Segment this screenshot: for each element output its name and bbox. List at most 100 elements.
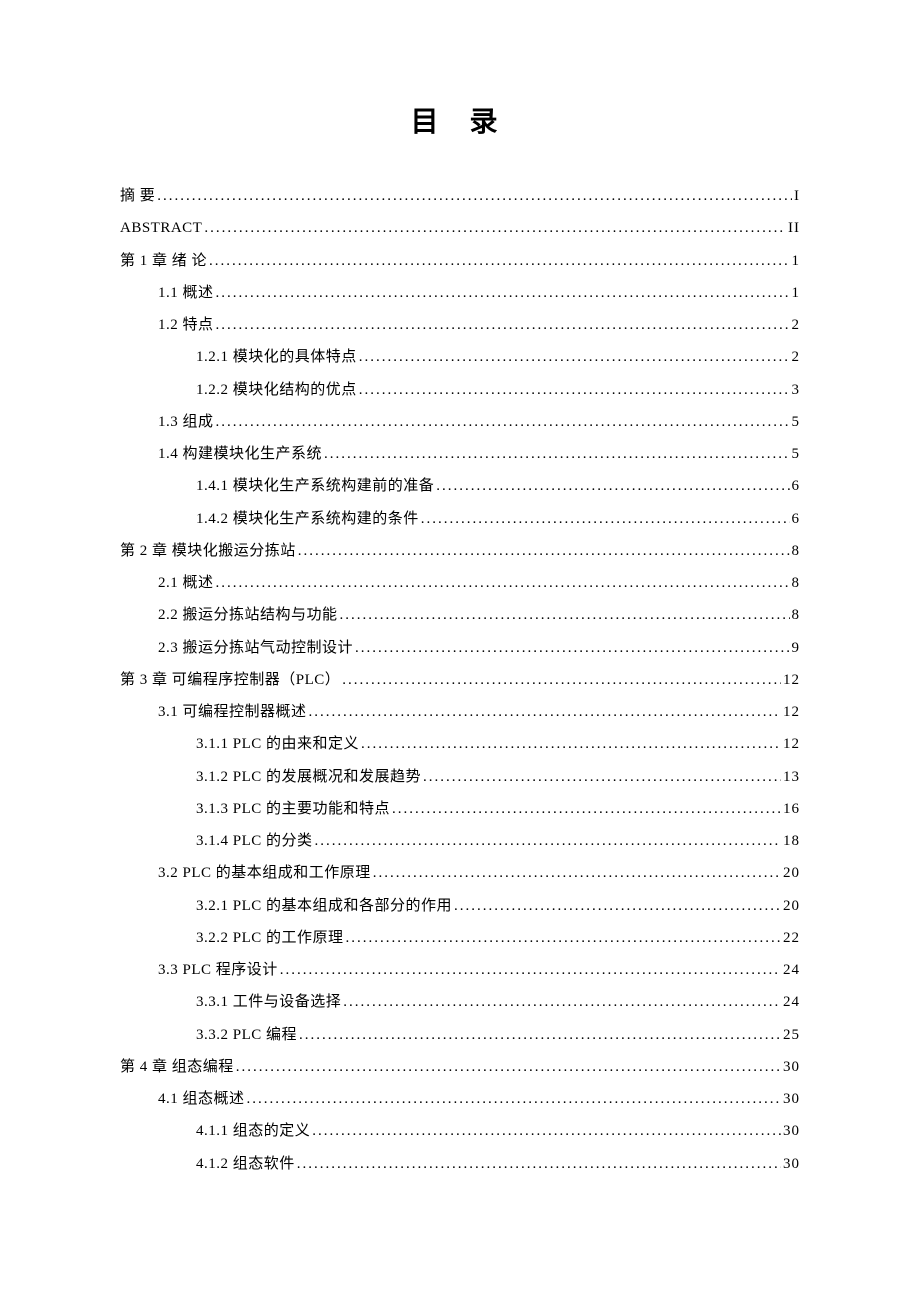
toc-label: 第 4 章 组态编程 [120,1051,234,1083]
toc-leader-dots [324,438,789,470]
toc-leader-dots [216,406,790,438]
toc-leader-dots [299,1019,781,1051]
toc-label: 2.1 概述 [158,567,214,599]
toc-leader-dots [373,857,781,889]
toc-leader-dots [436,470,789,502]
toc-page-number: 5 [792,406,801,438]
toc-page-number: 2 [792,341,801,373]
toc-label: 1.2 特点 [158,309,214,341]
toc-leader-dots [361,728,781,760]
toc-page-number: 12 [783,664,800,696]
toc-leader-dots [236,1051,781,1083]
toc-leader-dots [298,535,790,567]
toc-page-number: I [794,180,800,212]
toc-entry: 1.3 组成 5 [120,406,800,438]
toc-leader-dots [421,503,790,535]
toc-label: 1.4.1 模块化生产系统构建前的准备 [196,470,434,502]
toc-page-number: 20 [783,890,800,922]
toc-page-number: 1 [792,245,801,277]
toc-label: 1.4.2 模块化生产系统构建的条件 [196,503,419,535]
toc-label: 3.3 PLC 程序设计 [158,954,278,986]
toc-label: 第 2 章 模块化搬运分拣站 [120,535,296,567]
toc-label: 2.2 搬运分拣站结构与功能 [158,599,338,631]
toc-label: 1.4 构建模块化生产系统 [158,438,322,470]
toc-label: 4.1 组态概述 [158,1083,245,1115]
toc-page-number: 30 [783,1051,800,1083]
toc-label: 3.1.4 PLC 的分类 [196,825,313,857]
toc-entry: 3.1.2 PLC 的发展概况和发展趋势13 [120,761,800,793]
toc-label: 3.2.1 PLC 的基本组成和各部分的作用 [196,890,452,922]
toc-label: 第 3 章 可编程序控制器（PLC） [120,664,340,696]
toc-entry: 3.3.1 工件与设备选择 24 [120,986,800,1018]
toc-entry: 3.1 可编程控制器概述12 [120,696,800,728]
toc-page-number: II [788,212,800,244]
table-of-contents: 摘 要IABSTRACTII第 1 章 绪 论11.1 概述11.2 特点21.… [120,180,800,1180]
toc-label: 1.3 组成 [158,406,214,438]
toc-page-number: 6 [792,470,801,502]
toc-leader-dots [216,567,790,599]
toc-label: ABSTRACT [120,212,202,244]
toc-page-number: 30 [783,1115,800,1147]
toc-leader-dots [342,664,781,696]
toc-entry: 3.3 PLC 程序设计 24 [120,954,800,986]
toc-page-number: 8 [792,567,801,599]
toc-page-number: 22 [783,922,800,954]
toc-leader-dots [346,922,781,954]
toc-entry: 3.2.1 PLC 的基本组成和各部分的作用 20 [120,890,800,922]
toc-entry: 1.2.2 模块化结构的优点3 [120,374,800,406]
toc-page-number: 20 [783,857,800,889]
toc-page-number: 12 [783,728,800,760]
toc-entry: 1.2 特点 2 [120,309,800,341]
toc-label: 第 1 章 绪 论 [120,245,207,277]
toc-leader-dots [454,890,781,922]
toc-leader-dots [359,341,790,373]
toc-label: 3.3.1 工件与设备选择 [196,986,341,1018]
toc-label: 3.1.1 PLC 的由来和定义 [196,728,359,760]
toc-entry: ABSTRACT II [120,212,800,244]
toc-label: 3.2.2 PLC 的工作原理 [196,922,344,954]
toc-label: 4.1.2 组态软件 [196,1148,295,1180]
toc-entry: 1.4 构建模块化生产系统5 [120,438,800,470]
toc-leader-dots [209,245,789,277]
toc-page-number: 24 [783,954,800,986]
toc-leader-dots [392,793,781,825]
toc-entry: 1.4.1 模块化生产系统构建前的准备 6 [120,470,800,502]
toc-page-number: 2 [792,309,801,341]
toc-leader-dots [312,1115,781,1147]
toc-leader-dots [247,1083,781,1115]
toc-entry: 3.2 PLC 的基本组成和工作原理 20 [120,857,800,889]
toc-entry: 第 1 章 绪 论 1 [120,245,800,277]
toc-leader-dots [157,180,792,212]
toc-page-number: 6 [792,503,801,535]
toc-leader-dots [216,309,790,341]
toc-entry: 2.3 搬运分拣站气动控制设计9 [120,632,800,664]
toc-leader-dots [343,986,781,1018]
toc-entry: 1.2.1 模块化的具体特点2 [120,341,800,373]
toc-leader-dots [340,599,790,631]
page-title: 目 录 [120,100,800,140]
toc-page-number: 13 [783,761,800,793]
toc-page-number: 18 [783,825,800,857]
toc-leader-dots [204,212,786,244]
toc-label: 3.1.3 PLC 的主要功能和特点 [196,793,390,825]
toc-entry: 3.1.4 PLC 的分类 18 [120,825,800,857]
toc-entry: 摘 要I [120,180,800,212]
toc-page-number: 8 [792,535,801,567]
toc-entry: 2.2 搬运分拣站结构与功能8 [120,599,800,631]
toc-page-number: 3 [792,374,801,406]
toc-leader-dots [359,374,790,406]
toc-entry: 第 3 章 可编程序控制器（PLC） 12 [120,664,800,696]
toc-entry: 4.1 组态概述 30 [120,1083,800,1115]
toc-entry: 4.1.1 组态的定义 30 [120,1115,800,1147]
toc-page-number: 30 [783,1148,800,1180]
toc-leader-dots [216,277,790,309]
toc-page-number: 30 [783,1083,800,1115]
toc-label: 4.1.1 组态的定义 [196,1115,310,1147]
toc-entry: 1.4.2 模块化生产系统构建的条件 6 [120,503,800,535]
toc-page-number: 24 [783,986,800,1018]
toc-entry: 3.3.2 PLC 编程25 [120,1019,800,1051]
toc-leader-dots [423,761,781,793]
toc-entry: 4.1.2 组态软件 30 [120,1148,800,1180]
toc-label: 3.2 PLC 的基本组成和工作原理 [158,857,371,889]
toc-entry: 3.2.2 PLC 的工作原理 22 [120,922,800,954]
